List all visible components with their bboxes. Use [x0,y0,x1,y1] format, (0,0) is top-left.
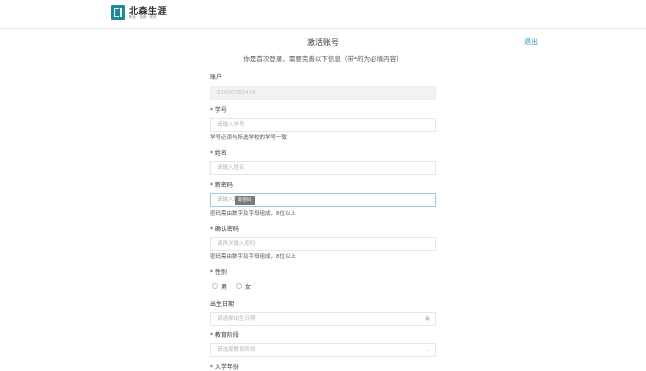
name-input[interactable]: 请输入姓名 [210,161,436,175]
logout-link[interactable]: 退出 [524,37,538,47]
gender-label: * 性别 [210,269,227,276]
education-label: * 教育阶段 [210,332,239,339]
chevron-down-icon: ⌄ [425,347,430,353]
logo-subtitle: 职业 · 自我 · 成长 [129,15,157,19]
birthday-placeholder: 请选择出生日期 [217,316,256,322]
birthday-picker[interactable]: 请选择出生日期 ▣ [210,312,436,326]
new-password-hint: 密码需由数字及字母组成，8位以上 [210,211,297,217]
page-subtitle: 你是首次登录，需要完善以下信息（带*的为必填内容） [243,55,403,63]
confirm-password-label: * 确认密码 [210,226,239,233]
account-label: 账户 [210,74,223,81]
page-title: 激活账号 [307,38,339,47]
education-placeholder: 请选择教育阶段 [217,347,256,353]
confirm-password-input[interactable]: 请再次输入密码 [210,237,436,251]
gender-female-radio[interactable] [236,283,242,289]
gender-female-label[interactable]: 女 [245,282,251,291]
account-field: S1000765474 [210,86,436,100]
gender-male-label[interactable]: 男 [221,282,227,291]
new-password-input[interactable]: 请输入新密码 新密码 [210,193,436,207]
student-id-input[interactable]: 请输入学号 [210,118,436,132]
birthday-label: 出生日期 [210,301,235,308]
student-id-hint: 学号必须与所选学校的学号一致 [210,135,288,141]
name-label: * 姓名 [210,150,227,157]
logo-icon [111,5,125,20]
student-id-label: * 学号 [210,107,227,114]
top-header: 北森生涯 职业 · 自我 · 成长 [0,0,646,29]
new-password-label: * 新密码 [210,182,233,189]
calendar-icon: ▣ [424,316,430,322]
gender-male-radio[interactable] [212,283,218,289]
confirm-password-hint: 密码需由数字及字母组成，8位以上 [210,254,297,260]
education-select[interactable]: 请选择教育阶段 ⌄ [210,343,436,357]
new-password-tooltip: 新密码 [235,196,255,205]
